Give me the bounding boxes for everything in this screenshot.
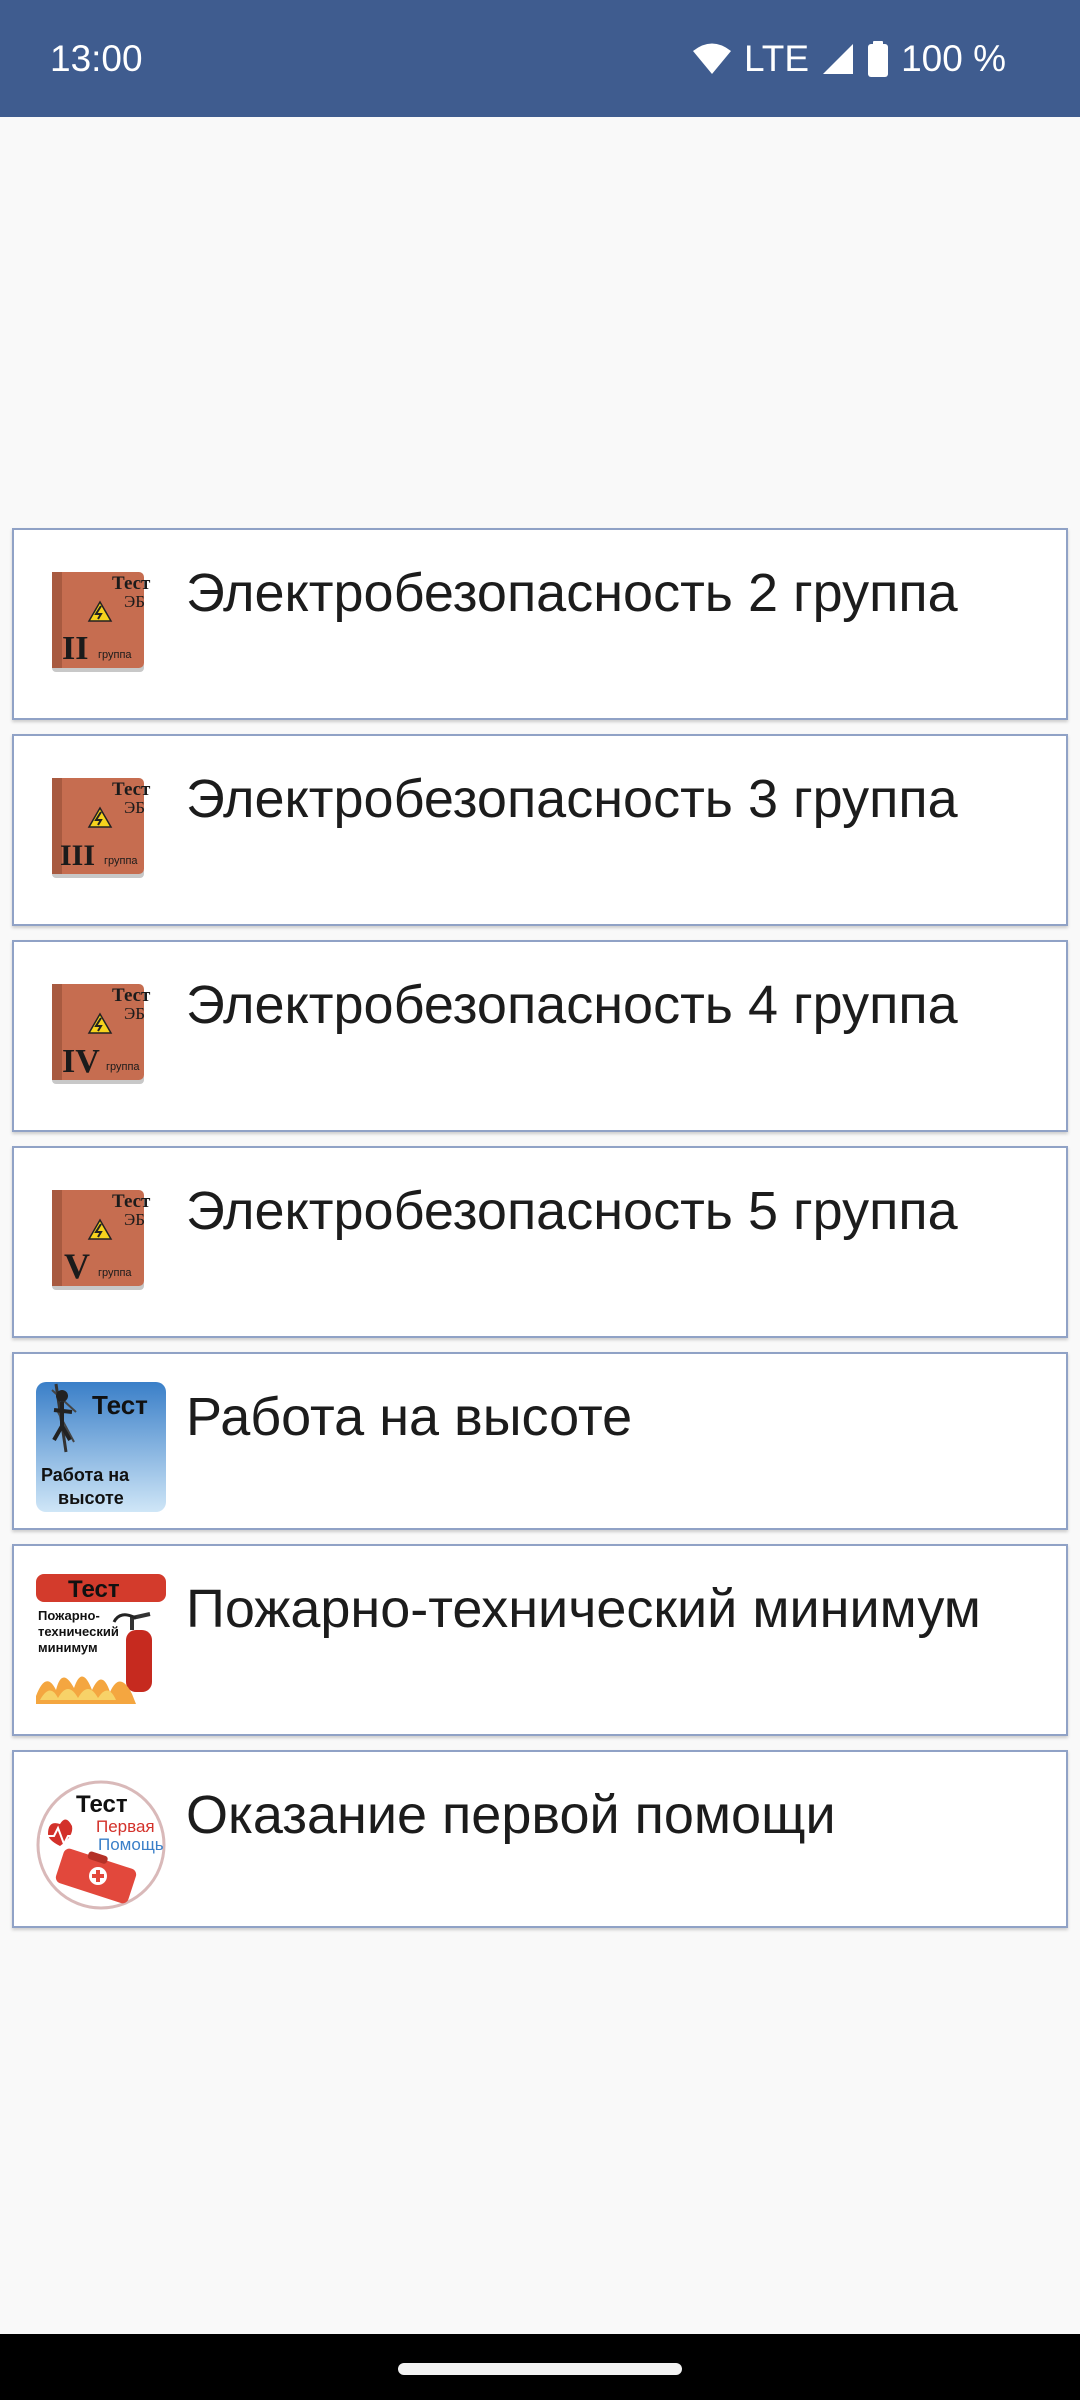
- battery-icon: [867, 41, 889, 77]
- list-item-electrical-safety-3[interactable]: Тест ЭБ III группа Электробезопасность 3…: [12, 734, 1068, 926]
- svg-text:группа: группа: [98, 649, 132, 661]
- svg-text:Тест: Тест: [68, 1576, 120, 1603]
- item-label: Электробезопасность 4 группа: [186, 975, 958, 1035]
- electrical-safety-group-2-icon: Тест ЭБ II группа: [36, 558, 166, 688]
- status-bar: 13:00 LTE 100 %: [0, 0, 1080, 117]
- svg-text:минимум: минимум: [38, 1640, 98, 1655]
- home-gesture-handle[interactable]: [398, 2363, 682, 2375]
- list-item-electrical-safety-2[interactable]: Тест ЭБ II группа Электробезопасность 2 …: [12, 528, 1068, 720]
- list-item-first-aid[interactable]: Тест Первая Помощь Оказание первой помощ…: [12, 1750, 1068, 1928]
- svg-text:Тест: Тест: [76, 1791, 128, 1818]
- svg-text:Помощь: Помощь: [98, 1835, 164, 1854]
- status-time: 13:00: [50, 38, 143, 79]
- electrical-safety-group-4-icon: Тест ЭБ IV группа: [36, 970, 166, 1100]
- test-list: Тест ЭБ II группа Электробезопасность 2 …: [12, 528, 1068, 1942]
- item-label: Электробезопасность 3 группа: [186, 769, 958, 829]
- svg-text:IV: IV: [62, 1043, 100, 1080]
- network-type: LTE: [743, 38, 810, 79]
- list-item-electrical-safety-4[interactable]: Тест ЭБ IV группа Электробезопасность 4 …: [12, 940, 1068, 1132]
- signal-icon: [821, 42, 855, 76]
- svg-text:Тест: Тест: [112, 779, 151, 800]
- svg-text:высоте: высоте: [58, 1488, 124, 1508]
- electrical-safety-group-3-icon: Тест ЭБ III группа: [36, 764, 166, 894]
- work-at-height-icon: Тест Работа на высоте: [36, 1382, 166, 1512]
- navigation-bar: [0, 2334, 1080, 2400]
- svg-text:Работа на: Работа на: [41, 1465, 130, 1485]
- list-item-fire-safety[interactable]: Тест Пожарно- технический минимум Пожарн…: [12, 1544, 1068, 1736]
- svg-text:ЭБ: ЭБ: [124, 592, 145, 611]
- svg-text:ЭБ: ЭБ: [124, 1210, 145, 1229]
- svg-text:группа: группа: [106, 1061, 140, 1073]
- svg-text:III: III: [60, 839, 95, 872]
- svg-text:ЭБ: ЭБ: [124, 1004, 145, 1023]
- svg-text:Тест: Тест: [92, 1390, 148, 1420]
- svg-text:группа: группа: [104, 855, 138, 867]
- item-label: Электробезопасность 2 группа: [186, 563, 958, 623]
- item-label: Работа на высоте: [186, 1387, 633, 1447]
- svg-text:группа: группа: [98, 1267, 132, 1279]
- svg-text:Тест: Тест: [112, 985, 151, 1006]
- list-item-work-at-height[interactable]: Тест Работа на высоте Работа на высоте: [12, 1352, 1068, 1530]
- svg-text:II: II: [62, 630, 88, 667]
- svg-text:Первая: Первая: [96, 1817, 155, 1836]
- svg-text:Тест: Тест: [112, 573, 151, 594]
- battery-level: 100 %: [901, 38, 1006, 79]
- svg-text:V: V: [64, 1246, 90, 1286]
- svg-text:технический: технический: [38, 1624, 119, 1639]
- first-aid-icon: Тест Первая Помощь: [36, 1780, 166, 1910]
- svg-text:ЭБ: ЭБ: [124, 798, 145, 817]
- svg-text:Тест: Тест: [112, 1191, 151, 1212]
- status-indicators: LTE 100 %: [692, 34, 1006, 84]
- wifi-icon: [692, 42, 732, 76]
- svg-text:Пожарно-: Пожарно-: [38, 1608, 100, 1623]
- item-label: Электробезопасность 5 группа: [186, 1181, 958, 1241]
- item-label: Пожарно-технический минимум: [186, 1579, 981, 1639]
- item-label: Оказание первой помощи: [186, 1785, 836, 1845]
- fire-safety-icon: Тест Пожарно- технический минимум: [36, 1574, 166, 1704]
- electrical-safety-group-5-icon: Тест ЭБ V группа: [36, 1176, 166, 1306]
- list-item-electrical-safety-5[interactable]: Тест ЭБ V группа Электробезопасность 5 г…: [12, 1146, 1068, 1338]
